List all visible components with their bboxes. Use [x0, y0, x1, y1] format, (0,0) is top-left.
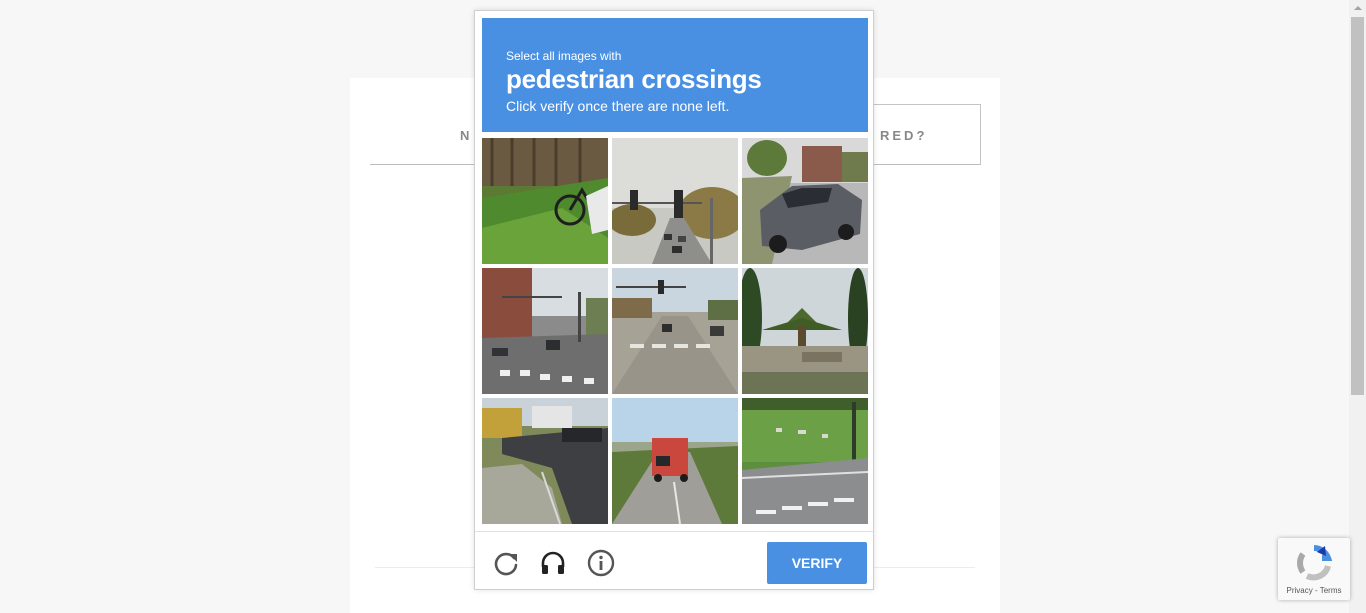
tab-label-right[interactable]: RED? [880, 128, 927, 143]
headphones-icon[interactable] [539, 549, 567, 577]
scroll-up-arrow[interactable] [1349, 0, 1366, 16]
challenge-footer: VERIFY [475, 531, 873, 590]
recaptcha-badge[interactable]: Privacy - Terms [1278, 538, 1350, 600]
image-tile-5[interactable] [612, 268, 738, 394]
tab-label-left[interactable]: N [460, 128, 472, 143]
image-tile-3[interactable] [742, 138, 868, 264]
privacy-terms-link[interactable]: Privacy - Terms [1278, 586, 1350, 595]
image-grid [482, 138, 868, 524]
image-tile-2[interactable] [612, 138, 738, 264]
image-tile-9[interactable] [742, 398, 868, 524]
image-tile-7[interactable] [482, 398, 608, 524]
instruction-text: Select all images with [506, 49, 622, 63]
image-tile-8[interactable] [612, 398, 738, 524]
challenge-header: Select all images with pedestrian crossi… [482, 18, 868, 132]
image-tile-1[interactable] [482, 138, 608, 264]
image-tile-6[interactable] [742, 268, 868, 394]
scrollbar-thumb[interactable] [1351, 17, 1364, 395]
target-object: pedestrian crossings [506, 64, 762, 94]
captcha-challenge: Select all images with pedestrian crossi… [474, 10, 874, 590]
reload-icon[interactable] [492, 549, 520, 577]
recaptcha-logo-icon [1295, 544, 1333, 582]
image-tile-4[interactable] [482, 268, 608, 394]
info-icon[interactable] [587, 549, 615, 577]
instruction-hint: Click verify once there are none left. [506, 98, 730, 114]
verify-button[interactable]: VERIFY [767, 542, 867, 584]
